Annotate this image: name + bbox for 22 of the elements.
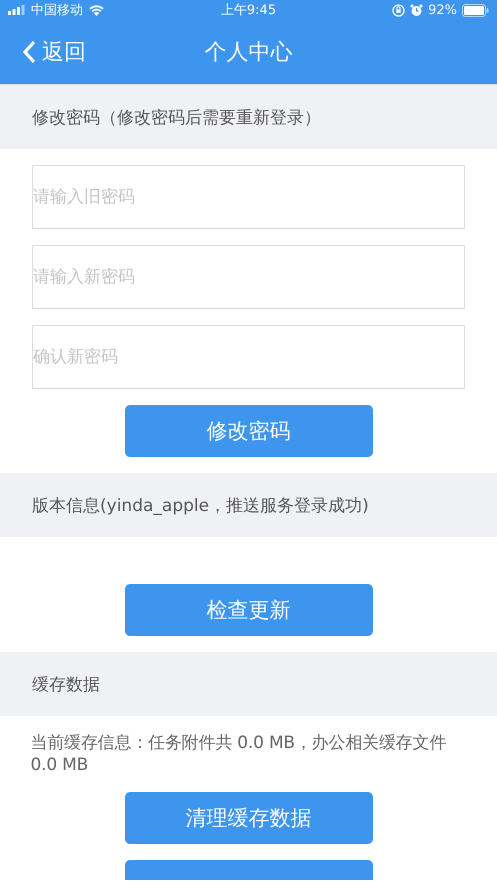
section-header: 版本信息(yinda_apple，推送服务登录成功)	[0, 473, 497, 537]
battery-percent: 92%	[428, 2, 457, 18]
back-button[interactable]: 返回	[0, 37, 86, 67]
carrier-name: 中国移动	[31, 2, 83, 19]
action-button[interactable]: 修改密码	[124, 405, 372, 457]
section-header: 缓存数据	[0, 652, 497, 716]
status-time: 上午9:45	[220, 2, 276, 19]
input-field[interactable]: 请输入新密码	[32, 245, 465, 309]
cache-info-text: 当前缓存信息：任务附件共 0.0 MB，办公相关缓存文件 0.0 MB	[30, 732, 448, 776]
signal-icon	[8, 5, 26, 15]
battery-icon	[462, 4, 489, 16]
alarm-icon	[410, 4, 424, 16]
section-header: 修改密码（修改密码后需要重新登录）	[0, 85, 497, 149]
page-title: 个人中心	[204, 39, 294, 67]
action-button[interactable]: 检查更新	[124, 584, 372, 636]
input-field[interactable]: 确认新密码	[32, 325, 465, 389]
wifi-icon	[88, 4, 105, 16]
input-field[interactable]: 请输入旧密码	[32, 165, 465, 229]
chevron-left-icon	[22, 40, 36, 64]
action-button[interactable]	[124, 860, 372, 880]
action-button[interactable]: 清理缓存数据	[124, 792, 372, 844]
rotation-lock-icon	[392, 4, 406, 16]
